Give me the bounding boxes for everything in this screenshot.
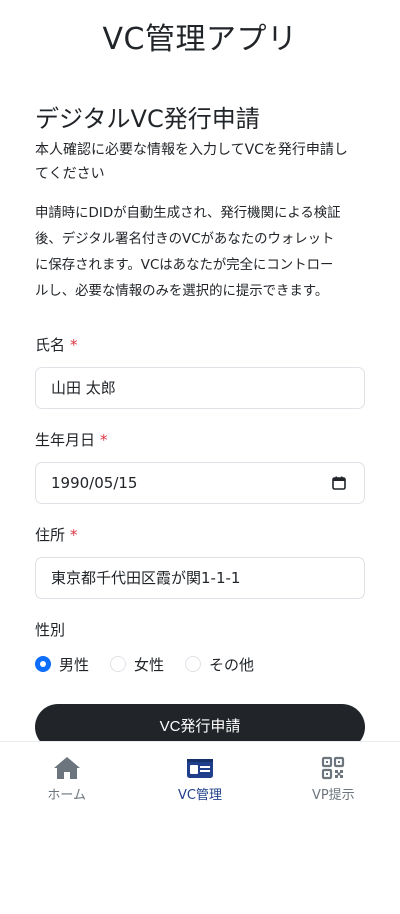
birthdate-label: 生年月日 * — [35, 431, 108, 449]
radio-checked[interactable] — [35, 656, 51, 672]
radio-unchecked[interactable] — [185, 656, 202, 672]
calendar-icon[interactable] — [332, 476, 346, 490]
gender-label: 性別 — [35, 621, 66, 639]
gender-option-other[interactable]: その他 — [185, 654, 254, 675]
address-field: 住所 * 東京都千代田区霞が関1-1-1 — [35, 523, 365, 599]
form-description: 申請時にDIDが自動生成され、発行機関による検証 後、デジタル署名付きのVCがあ… — [35, 206, 341, 299]
required-mark: * — [70, 336, 78, 354]
birthdate-field: 生年月日 * 1990/05/15 — [35, 428, 365, 504]
form-subtitle: 本人確認に必要な情報を入力してVCを発行申請し てください — [35, 142, 348, 182]
name-label: 氏名 * — [35, 336, 78, 354]
bottom-nav: ホーム VC管理 VP提示 — [0, 741, 400, 805]
gender-option-female[interactable]: 女性 — [110, 654, 164, 675]
required-mark: * — [70, 526, 78, 544]
form-title: デジタルVC発行申請 — [35, 105, 260, 133]
name-input[interactable]: 山田 太郎 — [35, 367, 365, 409]
nav-item-home[interactable]: ホーム — [0, 742, 133, 805]
address-input[interactable]: 東京都千代田区霞が関1-1-1 — [35, 557, 365, 599]
nav-item-vp-presentation[interactable]: VP提示 — [267, 742, 400, 805]
name-field: 氏名 * 山田 太郎 — [35, 333, 365, 409]
home-icon — [53, 755, 81, 781]
id-card-icon — [186, 755, 214, 781]
nav-item-vc-management[interactable]: VC管理 — [133, 742, 266, 805]
gender-radio-group: 男性 女性 その他 — [35, 651, 365, 677]
app-title: VC管理アプリ — [102, 22, 298, 57]
vc-request-form: デジタルVC発行申請 本人確認に必要な情報を入力してVCを発行申請し てください… — [35, 102, 365, 750]
required-mark: * — [100, 431, 108, 449]
address-label: 住所 * — [35, 526, 78, 544]
gender-option-male[interactable]: 男性 — [35, 654, 89, 675]
birthdate-input[interactable]: 1990/05/15 — [35, 462, 365, 504]
qr-code-icon — [319, 755, 347, 781]
gender-field: 性別 男性 女性 その他 — [35, 618, 365, 677]
radio-unchecked[interactable] — [110, 656, 127, 672]
